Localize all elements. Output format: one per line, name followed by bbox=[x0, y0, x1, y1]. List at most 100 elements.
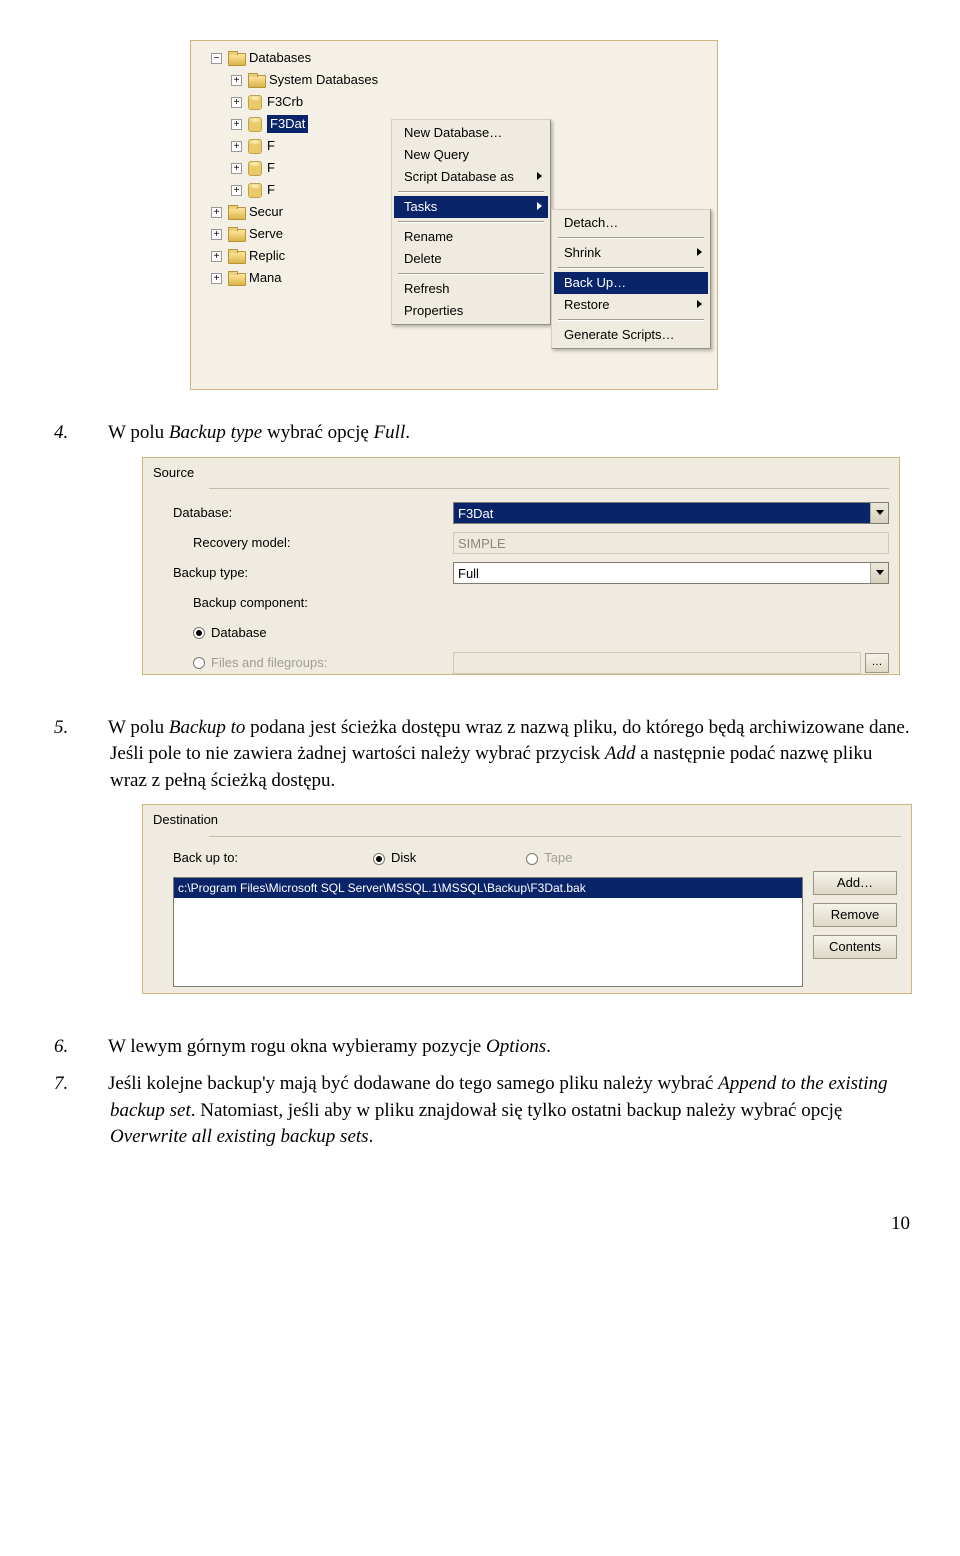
menu-item-delete[interactable]: Delete bbox=[394, 248, 548, 270]
folder-icon bbox=[248, 73, 264, 87]
menu-separator bbox=[398, 191, 544, 193]
tree-node[interactable]: Mana bbox=[249, 269, 282, 287]
divider bbox=[209, 836, 901, 837]
menu-separator bbox=[558, 319, 704, 321]
step-7: 7.Jeśli kolejne backup'y mają być dodawa… bbox=[50, 1071, 910, 1151]
recovery-model-label: Recovery model: bbox=[153, 534, 453, 552]
submenu-arrow-icon bbox=[537, 172, 542, 180]
tree-node[interactable]: F bbox=[267, 181, 275, 199]
screenshot-source-panel: Source Database: F3Dat Recovery model: S… bbox=[142, 457, 900, 675]
radio-icon bbox=[193, 627, 205, 639]
fieldset-title: Source bbox=[153, 465, 194, 480]
radio-disk[interactable]: Disk bbox=[373, 849, 416, 867]
dropdown-arrow-icon[interactable] bbox=[870, 563, 888, 583]
submenu-arrow-icon bbox=[697, 300, 702, 308]
menu-item-script-database[interactable]: Script Database as bbox=[394, 166, 548, 188]
step-5: 5.W polu Backup to podana jest ścieżka d… bbox=[50, 715, 910, 795]
menu-item-properties[interactable]: Properties bbox=[394, 300, 548, 322]
menu-item-new-query[interactable]: New Query bbox=[394, 144, 548, 166]
radio-icon bbox=[526, 853, 538, 865]
radio-tape: Tape bbox=[526, 849, 572, 867]
folder-icon bbox=[228, 227, 244, 241]
expand-icon[interactable]: + bbox=[231, 119, 242, 130]
context-menu: New Database… New Query Script Database … bbox=[391, 119, 551, 325]
menu-separator bbox=[558, 237, 704, 239]
submenu-arrow-icon bbox=[697, 248, 702, 256]
instruction-list: 5.W polu Backup to podana jest ścieżka d… bbox=[50, 715, 910, 795]
destination-buttons: Add… Remove Contents bbox=[813, 871, 897, 959]
tree-node[interactable]: Replic bbox=[249, 247, 285, 265]
screenshot-destination-panel: Destination Back up to: Disk Tape c:\Pro… bbox=[142, 804, 912, 994]
radio-icon bbox=[193, 657, 205, 669]
step-4: 4.W polu Backup type wybrać opcję Full. bbox=[50, 420, 910, 447]
screenshot-context-menu: − Databases + System Databases + F3Crb + F3D… bbox=[190, 40, 718, 390]
folder-icon bbox=[228, 205, 244, 219]
tree-node[interactable]: Secur bbox=[249, 203, 283, 221]
database-icon bbox=[248, 183, 262, 198]
database-icon bbox=[248, 117, 262, 132]
menu-item-detach[interactable]: Detach… bbox=[554, 212, 708, 234]
backup-type-label: Backup type: bbox=[153, 564, 453, 582]
fieldset-title: Destination bbox=[153, 812, 218, 827]
instruction-list: 4.W polu Backup type wybrać opcję Full. bbox=[50, 420, 910, 447]
combo-value: F3Dat bbox=[454, 503, 870, 523]
expand-icon[interactable]: + bbox=[231, 97, 242, 108]
destination-list[interactable]: c:\Program Files\Microsoft SQL Server\MS… bbox=[173, 877, 803, 987]
expand-icon[interactable]: + bbox=[231, 163, 242, 174]
radio-database[interactable]: Database bbox=[153, 624, 453, 642]
tree-node-selected[interactable]: F3Dat bbox=[267, 115, 308, 133]
menu-separator bbox=[398, 221, 544, 223]
tasks-submenu: Detach… Shrink Back Up… Restore Generate… bbox=[551, 209, 711, 349]
database-icon bbox=[248, 95, 262, 110]
divider bbox=[209, 488, 889, 489]
tree-node[interactable]: Serve bbox=[249, 225, 283, 243]
filegroups-box bbox=[453, 652, 861, 674]
tree-node[interactable]: F bbox=[267, 137, 275, 155]
menu-item-restore[interactable]: Restore bbox=[554, 294, 708, 316]
menu-item-tasks[interactable]: Tasks bbox=[394, 196, 548, 218]
menu-item-rename[interactable]: Rename bbox=[394, 226, 548, 248]
database-icon bbox=[248, 139, 262, 154]
expand-icon[interactable]: + bbox=[231, 75, 242, 86]
page-number: 10 bbox=[50, 1211, 910, 1238]
tree-node[interactable]: System Databases bbox=[269, 71, 378, 89]
contents-button[interactable]: Contents bbox=[813, 935, 897, 959]
radio-icon bbox=[373, 853, 385, 865]
backup-type-combo[interactable]: Full bbox=[453, 562, 889, 584]
step-6: 6.W lewym górnym rogu okna wybieramy poz… bbox=[50, 1034, 910, 1061]
recovery-model-value: SIMPLE bbox=[453, 532, 889, 554]
back-up-to-label: Back up to: bbox=[173, 849, 373, 867]
tree-node[interactable]: F bbox=[267, 159, 275, 177]
menu-item-new-database[interactable]: New Database… bbox=[394, 122, 548, 144]
database-icon bbox=[248, 161, 262, 176]
menu-item-shrink[interactable]: Shrink bbox=[554, 242, 708, 264]
menu-item-refresh[interactable]: Refresh bbox=[394, 278, 548, 300]
submenu-arrow-icon bbox=[537, 202, 542, 210]
expand-icon[interactable]: + bbox=[231, 141, 242, 152]
expand-icon[interactable]: + bbox=[211, 207, 222, 218]
menu-item-generate-scripts[interactable]: Generate Scripts… bbox=[554, 324, 708, 346]
tree-node[interactable]: F3Crb bbox=[267, 93, 303, 111]
expand-icon[interactable]: + bbox=[211, 229, 222, 240]
combo-value: Full bbox=[454, 563, 870, 583]
menu-item-back-up[interactable]: Back Up… bbox=[554, 272, 708, 294]
backup-component-label: Backup component: bbox=[153, 594, 453, 612]
destination-path[interactable]: c:\Program Files\Microsoft SQL Server\MS… bbox=[174, 878, 802, 899]
expand-icon[interactable]: + bbox=[211, 273, 222, 284]
add-button[interactable]: Add… bbox=[813, 871, 897, 895]
browse-button[interactable]: … bbox=[865, 653, 889, 673]
dropdown-arrow-icon[interactable] bbox=[870, 503, 888, 523]
menu-separator bbox=[558, 267, 704, 269]
instruction-list: 6.W lewym górnym rogu okna wybieramy poz… bbox=[50, 1034, 910, 1150]
radio-files-filegroups[interactable]: Files and filegroups: bbox=[153, 654, 453, 672]
expand-icon[interactable]: + bbox=[231, 185, 242, 196]
remove-button[interactable]: Remove bbox=[813, 903, 897, 927]
expand-icon[interactable]: + bbox=[211, 251, 222, 262]
folder-icon bbox=[228, 51, 244, 65]
folder-icon bbox=[228, 271, 244, 285]
database-combo[interactable]: F3Dat bbox=[453, 502, 889, 524]
tree-node[interactable]: Databases bbox=[249, 49, 311, 67]
folder-icon bbox=[228, 249, 244, 263]
menu-separator bbox=[398, 273, 544, 275]
collapse-icon[interactable]: − bbox=[211, 53, 222, 64]
